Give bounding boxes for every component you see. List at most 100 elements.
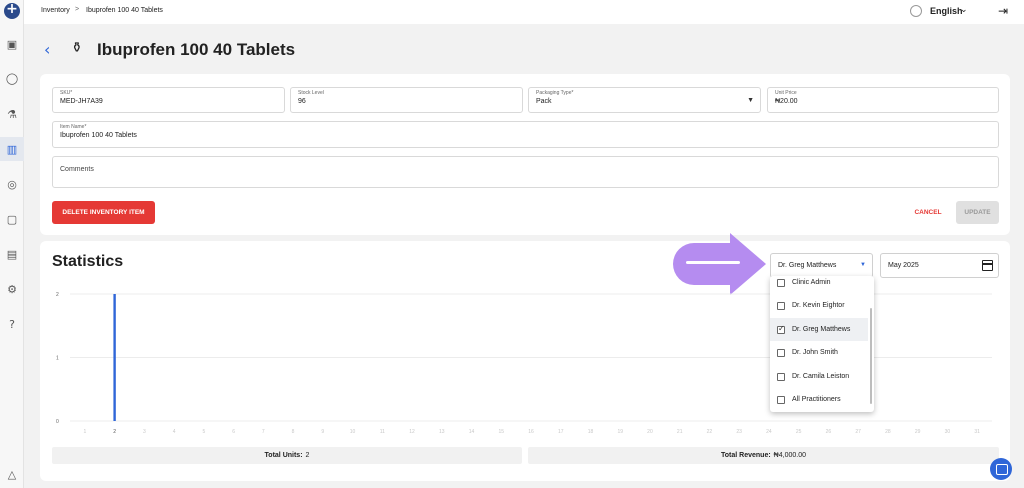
statistics-title: Statistics bbox=[52, 253, 124, 270]
x-tick-label: 2 bbox=[113, 429, 116, 435]
app-logo[interactable] bbox=[4, 1, 20, 19]
y-tick-label: 2 bbox=[56, 292, 59, 298]
help-icon[interactable]: ? bbox=[0, 312, 24, 336]
breadcrumb-separator: > bbox=[75, 6, 80, 13]
stock-level-label: Stock Level bbox=[298, 90, 324, 96]
practitioner-select[interactable]: Dr. Greg Matthews ▼ bbox=[770, 253, 873, 278]
breadcrumb-inventory[interactable]: Inventory bbox=[41, 7, 70, 14]
x-tick-label: 3 bbox=[143, 429, 146, 435]
calendar-icon[interactable] bbox=[982, 260, 993, 271]
x-tick-label: 21 bbox=[677, 429, 683, 435]
document-icon[interactable]: ▤ bbox=[0, 242, 24, 266]
gear-icon[interactable]: ⚙ bbox=[0, 277, 24, 301]
checkbox[interactable] bbox=[777, 278, 785, 287]
x-tick-label: 23 bbox=[736, 429, 742, 435]
month-value: May 2025 bbox=[888, 262, 919, 269]
dashboard-icon[interactable]: ▣ bbox=[0, 32, 24, 56]
checkbox[interactable] bbox=[777, 301, 785, 310]
dropdown-option[interactable]: All Practitioners bbox=[770, 388, 868, 411]
comments-placeholder: Comments bbox=[60, 166, 94, 173]
x-tick-label: 24 bbox=[766, 429, 772, 435]
practitioner-select-value: Dr. Greg Matthews bbox=[778, 262, 837, 269]
cancel-button[interactable]: CANCEL bbox=[910, 205, 946, 220]
packaging-type-select[interactable]: Packaging Type* Pack ▼ bbox=[528, 87, 761, 113]
x-tick-label: 22 bbox=[707, 429, 713, 435]
packaging-type-value: Pack bbox=[536, 98, 552, 105]
month-picker[interactable]: May 2025 bbox=[880, 253, 999, 278]
total-units-value: 2 bbox=[305, 452, 310, 459]
lab-flask-icon[interactable]: ⚗ bbox=[0, 102, 24, 126]
stock-level-value: 96 bbox=[298, 98, 306, 105]
delete-inventory-item-button[interactable]: DELETE INVENTORY ITEM bbox=[52, 201, 155, 224]
sku-label: SKU* bbox=[60, 90, 73, 96]
option-label: Dr. Camila Leiston bbox=[792, 373, 850, 380]
dropdown-caret-icon: ▼ bbox=[747, 97, 754, 104]
chart-bar[interactable] bbox=[113, 294, 116, 421]
dropdown-option[interactable]: Dr. Greg Matthews bbox=[770, 318, 868, 341]
bottle-icon: ⚱ bbox=[71, 40, 83, 56]
logout-icon[interactable]: ⇥ bbox=[998, 4, 1008, 18]
checkbox[interactable] bbox=[777, 395, 785, 404]
dropdown-option[interactable]: Dr. Kevin Eightor bbox=[770, 294, 868, 317]
sku-value: MED-JH7A39 bbox=[60, 98, 103, 105]
page-title: Ibuprofen 100 40 Tablets bbox=[97, 40, 296, 59]
top-bar: Inventory > Ibuprofen 100 40 Tablets Eng… bbox=[24, 0, 1024, 24]
users-group-icon[interactable]: ◎ bbox=[0, 172, 24, 196]
x-tick-label: 20 bbox=[647, 429, 653, 435]
back-icon[interactable]: ‹ bbox=[44, 40, 50, 59]
update-button[interactable]: UPDATE bbox=[956, 201, 999, 224]
stock-level-field[interactable]: Stock Level 96 bbox=[290, 87, 523, 113]
dropdown-option[interactable]: Clinic Admin bbox=[770, 276, 868, 294]
total-revenue-box: Total Revenue: ₦4,000.00 bbox=[528, 447, 999, 464]
graduation-cap-icon[interactable]: △ bbox=[0, 462, 24, 486]
x-tick-label: 18 bbox=[588, 429, 594, 435]
inventory-bottle-icon[interactable]: ▥ bbox=[0, 137, 24, 161]
x-tick-label: 30 bbox=[945, 429, 951, 435]
language-selector[interactable]: English bbox=[930, 6, 963, 16]
checkbox-checked[interactable] bbox=[777, 324, 785, 334]
sku-field[interactable]: SKU* MED-JH7A39 bbox=[52, 87, 285, 113]
x-tick-label: 9 bbox=[321, 429, 324, 435]
x-tick-label: 13 bbox=[439, 429, 445, 435]
dropdown-scrollbar[interactable] bbox=[870, 308, 872, 404]
chevron-down-icon[interactable]: ⌄ bbox=[960, 5, 968, 15]
option-label: Dr. John Smith bbox=[792, 349, 838, 356]
arrow-pointer-icon bbox=[668, 233, 768, 295]
chat-icon[interactable] bbox=[990, 458, 1012, 480]
option-label: All Practitioners bbox=[792, 396, 841, 403]
unit-price-field[interactable]: Unit Price ₦20.00 bbox=[767, 87, 999, 113]
x-tick-label: 27 bbox=[855, 429, 861, 435]
x-tick-label: 31 bbox=[974, 429, 980, 435]
x-tick-label: 6 bbox=[232, 429, 235, 435]
x-tick-label: 29 bbox=[915, 429, 921, 435]
x-tick-label: 8 bbox=[292, 429, 295, 435]
checkbox[interactable] bbox=[777, 348, 785, 357]
user-icon[interactable]: ◯ bbox=[0, 66, 24, 90]
dropdown-option[interactable]: Dr. Camila Leiston bbox=[770, 365, 868, 388]
total-units-label: Total Units: bbox=[264, 452, 303, 459]
item-name-value: Ibuprofen 100 40 Tablets bbox=[60, 132, 137, 139]
globe-icon[interactable] bbox=[910, 5, 922, 17]
dropdown-option[interactable]: Dr. John Smith bbox=[770, 341, 868, 364]
y-tick-label: 1 bbox=[56, 356, 59, 362]
option-label: Dr. Greg Matthews bbox=[792, 326, 851, 333]
x-tick-label: 1 bbox=[83, 429, 86, 435]
unit-price-label: Unit Price bbox=[775, 90, 797, 96]
option-label: Dr. Kevin Eightor bbox=[792, 302, 845, 309]
practitioner-dropdown-menu: Clinic Admin Dr. Kevin Eightor Dr. Greg … bbox=[770, 276, 874, 412]
x-tick-label: 17 bbox=[558, 429, 564, 435]
x-tick-label: 12 bbox=[409, 429, 415, 435]
x-tick-label: 11 bbox=[380, 429, 385, 435]
dropdown-caret-icon: ▼ bbox=[860, 262, 866, 268]
comments-field[interactable]: Comments bbox=[52, 156, 999, 188]
total-revenue-value: ₦4,000.00 bbox=[773, 452, 806, 459]
x-tick-label: 5 bbox=[202, 429, 205, 435]
checkbox[interactable] bbox=[777, 372, 785, 381]
unit-price-value: ₦20.00 bbox=[775, 98, 798, 105]
sidebar: ▣ ◯ ⚗ ▥ ◎ ▢ ▤ ⚙ ? △ bbox=[0, 0, 24, 488]
monitor-icon[interactable]: ▢ bbox=[0, 207, 24, 231]
item-name-field[interactable]: Item Name* Ibuprofen 100 40 Tablets bbox=[52, 121, 999, 148]
y-tick-label: 0 bbox=[56, 419, 59, 425]
packaging-type-label: Packaging Type* bbox=[536, 90, 574, 96]
breadcrumb-current: Ibuprofen 100 40 Tablets bbox=[86, 7, 163, 14]
